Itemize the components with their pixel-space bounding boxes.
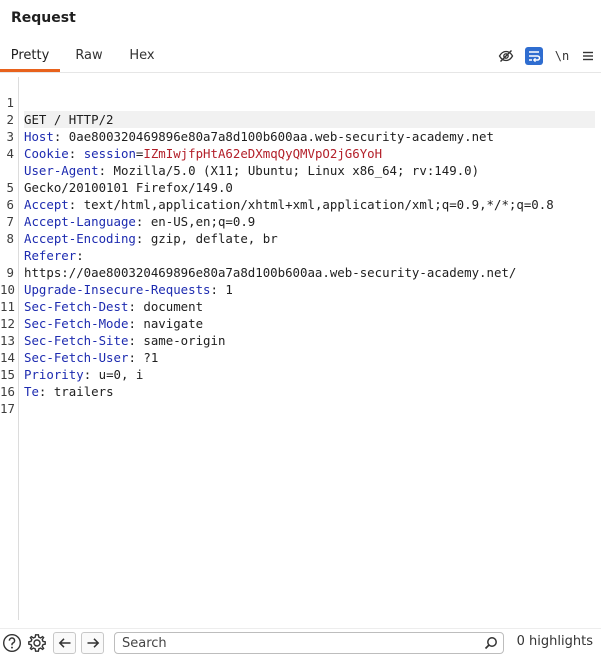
- show-newlines-button[interactable]: \n: [553, 47, 571, 65]
- search-input[interactable]: [122, 634, 472, 652]
- search-icon[interactable]: [484, 635, 498, 654]
- empty-line[interactable]: 16: [0, 366, 601, 399]
- header-line-accept[interactable]: 5 Accept: text/html,application/xhtml+xm…: [0, 162, 601, 212]
- header-line-priority[interactable]: 14 Priority: u=0, i: [0, 332, 601, 382]
- word-wrap-icon[interactable]: [525, 47, 543, 65]
- menu-icon[interactable]: [580, 47, 596, 65]
- header-line-referer[interactable]: 8 Referer:: [0, 213, 601, 263]
- header-line-accept-encoding[interactable]: 7 Accept-Encoding: gzip, deflate, br: [0, 196, 601, 246]
- highlights-count: 0 highlights: [516, 634, 593, 649]
- header-line-sec-fetch-mode[interactable]: 11 Sec-Fetch-Mode: navigate: [0, 281, 601, 331]
- header-line-sec-fetch-user[interactable]: 13 Sec-Fetch-User: ?1: [0, 315, 601, 365]
- next-match-button[interactable]: [81, 632, 104, 654]
- line-number: 17: [0, 401, 15, 416]
- header-line-sec-fetch-dest[interactable]: 10 Sec-Fetch-Dest: document: [0, 264, 601, 314]
- tab-pretty[interactable]: Pretty: [0, 42, 60, 72]
- header-line-host[interactable]: 2 Host: 0ae800320469896e80a7a8d100b600aa…: [0, 94, 601, 144]
- panel-title: Request: [11, 10, 76, 26]
- tab-raw[interactable]: Raw: [62, 42, 116, 72]
- settings-gear-icon[interactable]: [26, 632, 48, 654]
- arrow-left-icon: [58, 638, 70, 648]
- footer-divider: [0, 628, 601, 629]
- previous-match-button[interactable]: [53, 632, 76, 654]
- request-editor[interactable]: 1 GET / HTTP/2 2 Host: 0ae800320469896e8…: [0, 77, 601, 620]
- tabs-divider: [0, 72, 601, 73]
- wrapped-line[interactable]: https://0ae800320469896e80a7a8d100b600aa…: [0, 230, 601, 280]
- header-line-cookie[interactable]: 3 Cookie: session=IZmIwjfpHtA62eDXmqQyQM…: [0, 111, 601, 161]
- arrow-right-icon: [87, 638, 99, 648]
- header-line-sec-fetch-site[interactable]: 12 Sec-Fetch-Site: same-origin: [0, 298, 601, 348]
- header-line-accept-language[interactable]: 6 Accept-Language: en-US,en;q=0.9: [0, 179, 601, 229]
- header-line-user-agent[interactable]: 4 User-Agent: Mozilla/5.0 (X11; Ubuntu; …: [0, 128, 601, 178]
- header-line-te[interactable]: 15 Te: trailers: [0, 349, 601, 399]
- tab-hex[interactable]: Hex: [118, 42, 166, 72]
- empty-line[interactable]: 17: [0, 383, 601, 416]
- header-line-upgrade-insecure-requests[interactable]: 9 Upgrade-Insecure-Requests: 1: [0, 247, 601, 297]
- request-line[interactable]: 1 GET / HTTP/2: [0, 77, 601, 128]
- help-icon[interactable]: [1, 632, 23, 654]
- search-box[interactable]: [114, 632, 504, 654]
- wrapped-line[interactable]: Gecko/20100101 Firefox/149.0: [0, 145, 601, 195]
- hide-nonprintable-icon[interactable]: [497, 47, 515, 65]
